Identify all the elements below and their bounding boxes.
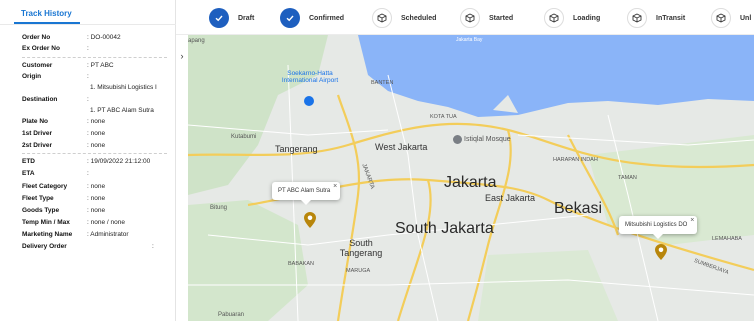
map-label-jakarta-bay: Jakarta Bay xyxy=(456,37,483,43)
map-pin-icon[interactable] xyxy=(304,212,316,228)
marker-popup-origin[interactable]: Mitsubishi Logistics DO × xyxy=(619,216,698,239)
map-pin-icon[interactable] xyxy=(655,244,667,260)
map-label-airport: Soekarno-Hatta International Airport xyxy=(281,70,339,84)
map-label-east-jakarta: East Jakarta xyxy=(485,193,536,203)
map-label-bekasi: Bekasi xyxy=(554,200,603,217)
map-label-pabuaran: Pabuaran xyxy=(218,312,245,318)
check-icon xyxy=(280,8,300,28)
box-icon xyxy=(544,8,564,28)
panel-divider xyxy=(0,24,176,25)
step-confirmed[interactable]: Confirmed xyxy=(280,7,344,29)
step-loading[interactable]: Loading xyxy=(544,7,600,29)
status-stepper: Draft Confirmed Scheduled Started Loadin… xyxy=(176,0,754,35)
step-unloading[interactable]: Unl xyxy=(711,7,751,29)
chevron-right-icon[interactable]: › xyxy=(176,48,188,64)
step-started[interactable]: Started xyxy=(460,7,513,29)
step-draft[interactable]: Draft xyxy=(209,7,254,29)
map-label-babakan: BABAKAN xyxy=(288,261,314,267)
airport-icon xyxy=(304,96,314,106)
map-label-taman: TAMAN xyxy=(618,175,637,181)
map-label-bitung: Bitung xyxy=(210,205,228,211)
map-label-mosque: Istiqlal Mosque xyxy=(464,136,511,143)
divider xyxy=(22,153,167,154)
map-label-south-jakarta: South Jakarta xyxy=(395,220,494,237)
divider xyxy=(22,57,167,58)
map-label-kutabumi: Kutabumi xyxy=(231,134,257,140)
map-label-kota-tua: KOTA TUA xyxy=(430,114,457,120)
map-label-lemahabang: LEMAHABA xyxy=(712,236,742,242)
map-label-jakarta: Jakarta xyxy=(444,174,497,191)
marker-popup-destination[interactable]: PT ABC Alam Sutra × xyxy=(272,182,341,205)
close-icon[interactable]: × xyxy=(333,183,337,190)
panel-title[interactable]: Track History xyxy=(21,9,72,18)
box-icon xyxy=(711,8,731,28)
box-icon xyxy=(372,8,392,28)
map-label-tangerang: Tangerang xyxy=(275,144,318,154)
map-label-south-tangerang: South Tangerang xyxy=(339,238,383,258)
map-label-west-jakarta: West Jakarta xyxy=(375,142,428,152)
map-view[interactable]: apang Jakarta Bay Soekarno-Hatta Interna… xyxy=(188,35,754,321)
track-history-panel: Track History Order No: DO-00042 Ex Orde… xyxy=(0,0,176,321)
map-label-banten: BANTEN xyxy=(371,80,394,86)
step-scheduled[interactable]: Scheduled xyxy=(372,7,436,29)
box-icon xyxy=(460,8,480,28)
close-icon[interactable]: × xyxy=(690,217,694,224)
check-icon xyxy=(209,8,229,28)
map-label-harapan-indah: HARAPAN INDAH xyxy=(553,157,598,163)
step-intransit[interactable]: InTransit xyxy=(627,7,685,29)
box-icon xyxy=(627,8,647,28)
mosque-icon xyxy=(453,135,462,144)
map-label-maruga: MARUGA xyxy=(346,268,371,274)
map-label-pipang: apang xyxy=(188,38,205,44)
